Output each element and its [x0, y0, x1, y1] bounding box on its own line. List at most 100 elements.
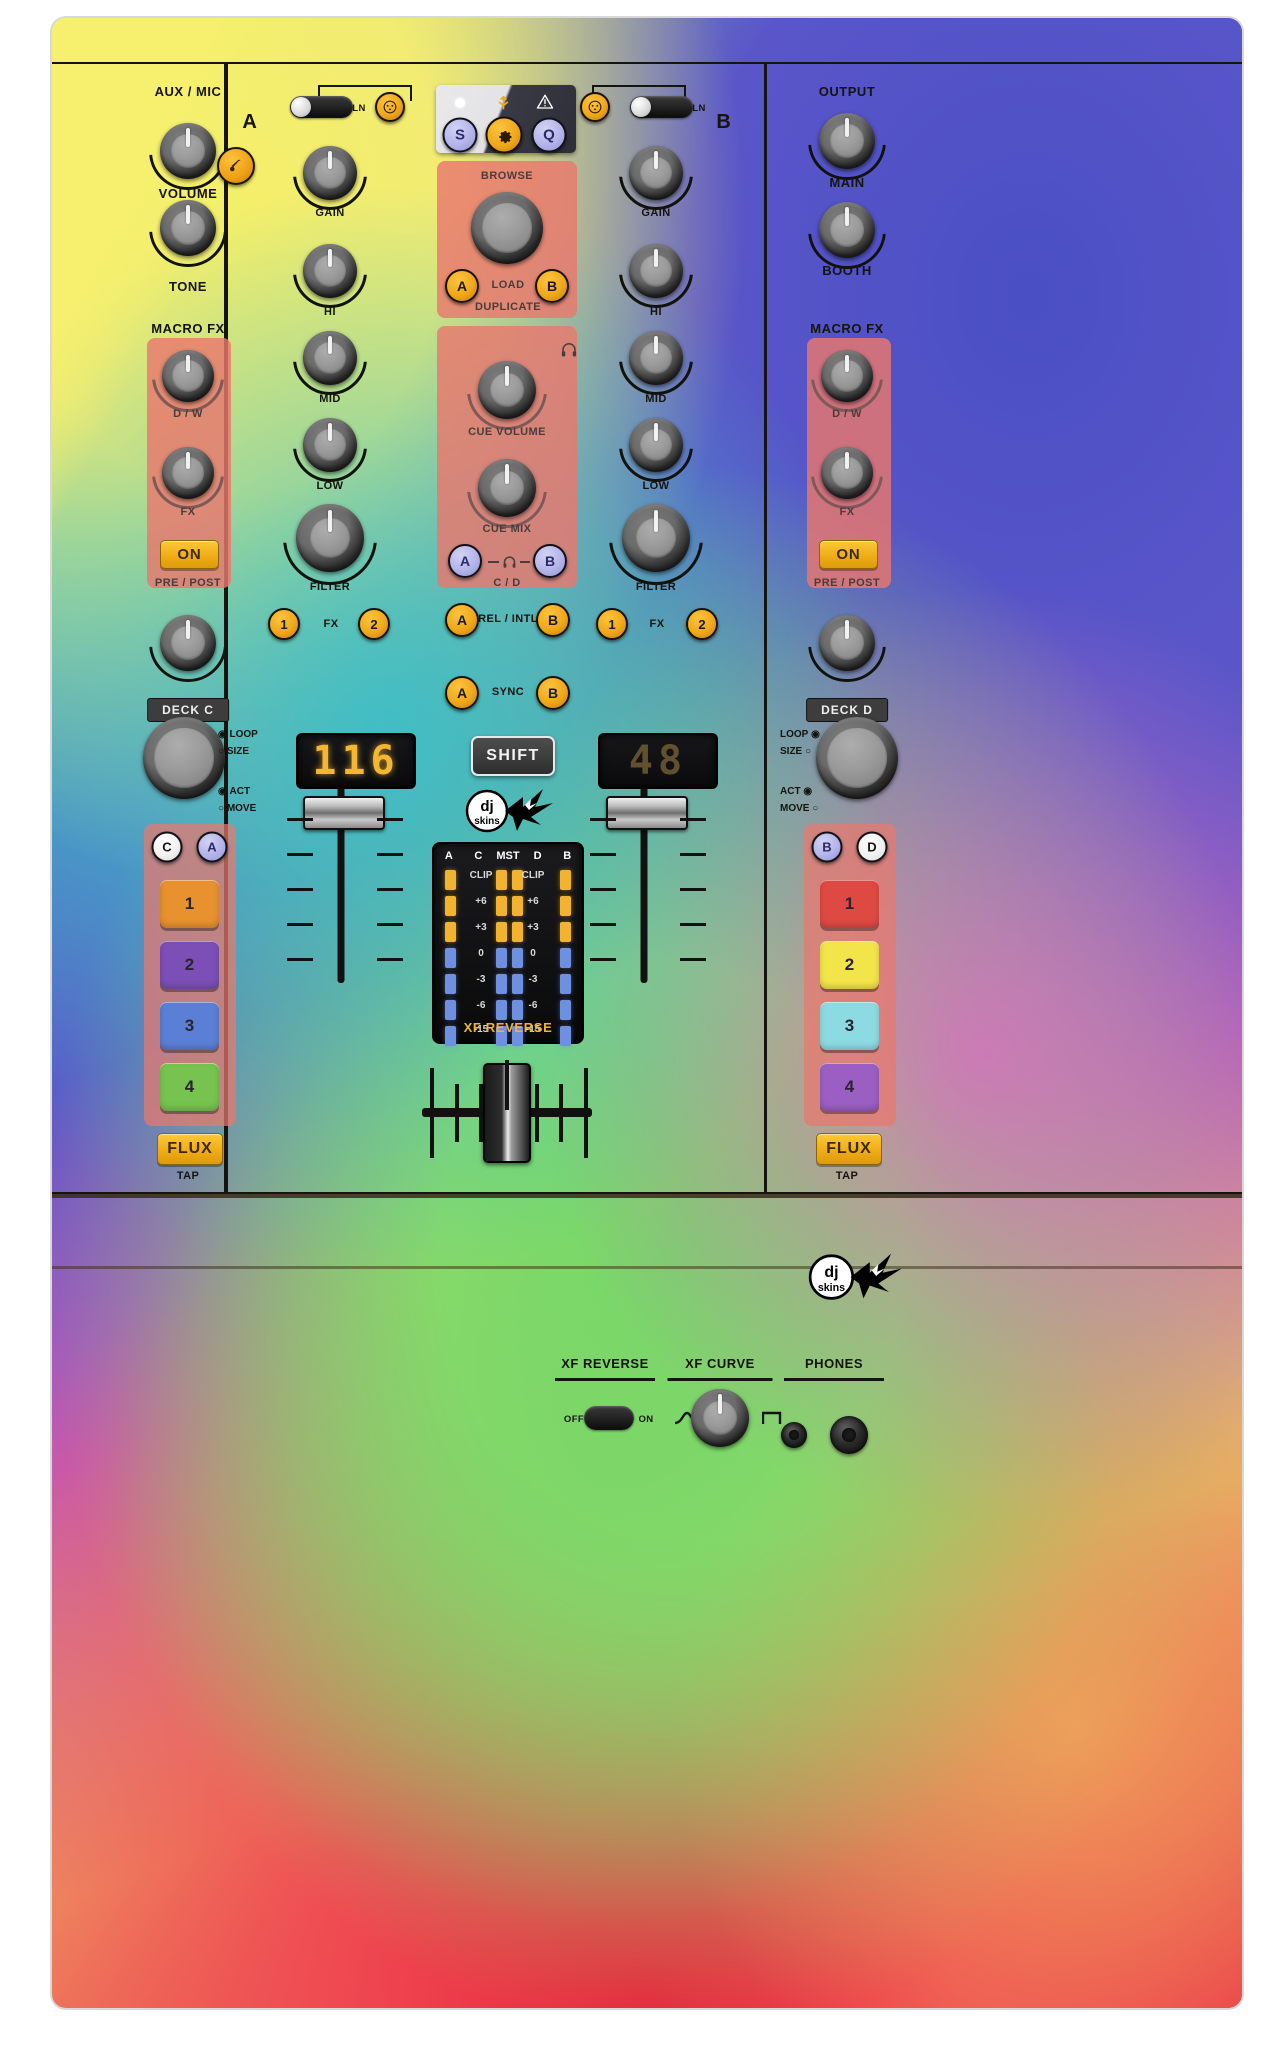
left-macro-dw-knob[interactable] [162, 350, 214, 402]
fader-tick [590, 888, 616, 891]
cue-b-button[interactable]: B [533, 544, 567, 578]
sync-label: SYNC [491, 686, 525, 698]
crossfader-tick [430, 1068, 434, 1112]
channel-b-fx2-button[interactable]: 2 [686, 608, 718, 640]
channel-a-low-knob[interactable] [303, 418, 357, 472]
browse-encoder[interactable] [471, 192, 543, 264]
fader-tick [680, 888, 706, 891]
channel-a-input-switch[interactable] [290, 96, 353, 118]
usb-icon [494, 92, 513, 111]
left-deck-a-button[interactable]: A [196, 831, 228, 863]
channel-a-gain-knob[interactable] [303, 146, 357, 200]
rel-a-button[interactable]: A [445, 603, 479, 637]
main-output-knob[interactable] [819, 113, 875, 169]
left-macro-on-button[interactable]: ON [160, 540, 219, 569]
main-label: MAIN [829, 175, 865, 190]
load-a-button[interactable]: A [445, 269, 479, 303]
right-macro-dw-knob[interactable] [821, 350, 873, 402]
settings-gear-button[interactable] [485, 116, 523, 154]
crossfader-tick [535, 1114, 539, 1142]
left-pad-2[interactable]: 2 [160, 941, 219, 989]
channel-a-hi-knob[interactable] [303, 244, 357, 298]
channel-a-fx1-button[interactable]: 1 [268, 608, 300, 640]
cue-a-button[interactable]: A [448, 544, 482, 578]
fader-tick [680, 818, 706, 821]
left-pad-3[interactable]: 3 [160, 1002, 219, 1050]
channel-b-mid-label: MID [645, 393, 667, 405]
left-pad-4[interactable]: 4 [160, 1063, 219, 1111]
left-pad-1[interactable]: 1 [160, 880, 219, 928]
left-deck-select-knob[interactable] [160, 615, 216, 671]
fader-tick [287, 923, 313, 926]
right-macro-fx-knob[interactable] [821, 447, 873, 499]
djskins-logo-front: dj skins [808, 1249, 906, 1303]
right-pad-1[interactable]: 1 [820, 880, 879, 928]
sync-b-button[interactable]: B [536, 676, 570, 710]
channel-a-mid-knob[interactable] [303, 331, 357, 385]
right-pre-post-label: PRE / POST [813, 577, 881, 589]
channel-a-ln-label: LN [352, 103, 366, 114]
crossfader-tick [430, 1114, 434, 1158]
load-b-button[interactable]: B [535, 269, 569, 303]
right-loop-encoder[interactable] [816, 717, 898, 799]
vu-scale-left-0: 0 [478, 948, 484, 959]
rel-b-button[interactable]: B [536, 603, 570, 637]
phones-mini-jack[interactable] [781, 1422, 807, 1448]
sync-a-button[interactable]: A [445, 676, 479, 710]
channel-b-filter-knob[interactable] [622, 504, 690, 572]
channel-b-gain-knob[interactable] [629, 146, 683, 200]
right-macro-on-button[interactable]: ON [819, 540, 878, 569]
left-flux-button[interactable]: FLUX [157, 1133, 223, 1165]
channel-b-hi-knob[interactable] [629, 244, 683, 298]
aux-tone-knob[interactable] [160, 200, 216, 256]
left-loop-encoder[interactable] [143, 717, 225, 799]
fader-tick [590, 818, 616, 821]
channel-b-filter-label: FILTER [635, 581, 677, 593]
channel-b-fader-cap[interactable] [606, 796, 688, 830]
svg-text:skins: skins [474, 816, 500, 827]
right-deck-b-button[interactable]: B [811, 831, 843, 863]
right-pad-3[interactable]: 3 [820, 1002, 879, 1050]
right-deck-select-knob[interactable] [819, 615, 875, 671]
booth-output-knob[interactable] [819, 202, 875, 258]
channel-a-fader-cap[interactable] [303, 796, 385, 830]
right-pad-4[interactable]: 4 [820, 1063, 879, 1111]
phones-quarter-inch-jack[interactable] [830, 1416, 868, 1454]
xf-curve-knob[interactable] [691, 1389, 749, 1447]
right-act-indicator: ACT ◉ [780, 786, 813, 797]
curve-sharp-icon [762, 1410, 784, 1426]
vu-xf-reverse-label: XF REVERSE [463, 1020, 553, 1035]
xf-reverse-switch[interactable] [584, 1406, 634, 1430]
right-loop-indicator: LOOP ◉ [780, 729, 820, 740]
right-pad-2[interactable]: 2 [820, 941, 879, 989]
crossfader-tick [559, 1114, 563, 1142]
crossfader-tick [479, 1084, 483, 1112]
cue-volume-knob[interactable] [478, 361, 536, 419]
right-flux-button[interactable]: FLUX [816, 1133, 882, 1165]
left-size-indicator: ○ SIZE [218, 746, 250, 757]
shift-lock-button[interactable]: S [442, 117, 478, 153]
channel-a-fx2-button[interactable]: 2 [358, 608, 390, 640]
din-connector-icon-a [375, 92, 405, 122]
svg-text:dj: dj [824, 1264, 838, 1281]
right-move-indicator: MOVE ○ [780, 803, 819, 814]
channel-b-input-switch[interactable] [630, 96, 693, 118]
vu-scale-right-p3: +3 [527, 922, 539, 933]
channel-b-fx1-button[interactable]: 1 [596, 608, 628, 640]
left-deck-c-button[interactable]: C [151, 831, 183, 863]
fader-tick [287, 888, 313, 891]
channel-a-filter-knob[interactable] [296, 504, 364, 572]
cue-mix-knob[interactable] [478, 459, 536, 517]
channel-b-low-knob[interactable] [629, 418, 683, 472]
aux-tone-label: TONE [169, 279, 207, 294]
vu-col-a: A [444, 850, 453, 862]
quantize-button[interactable]: Q [531, 117, 567, 153]
channel-b-mid-knob[interactable] [629, 331, 683, 385]
xf-curve-rule [667, 1378, 773, 1381]
din-connector-icon-b [580, 92, 610, 122]
right-deck-d-button[interactable]: D [856, 831, 888, 863]
aux-volume-knob[interactable] [160, 123, 216, 179]
left-macro-fx-knob[interactable] [162, 447, 214, 499]
shift-button[interactable]: SHIFT [471, 736, 555, 776]
vu-scale-right-m6: -6 [528, 1000, 538, 1011]
